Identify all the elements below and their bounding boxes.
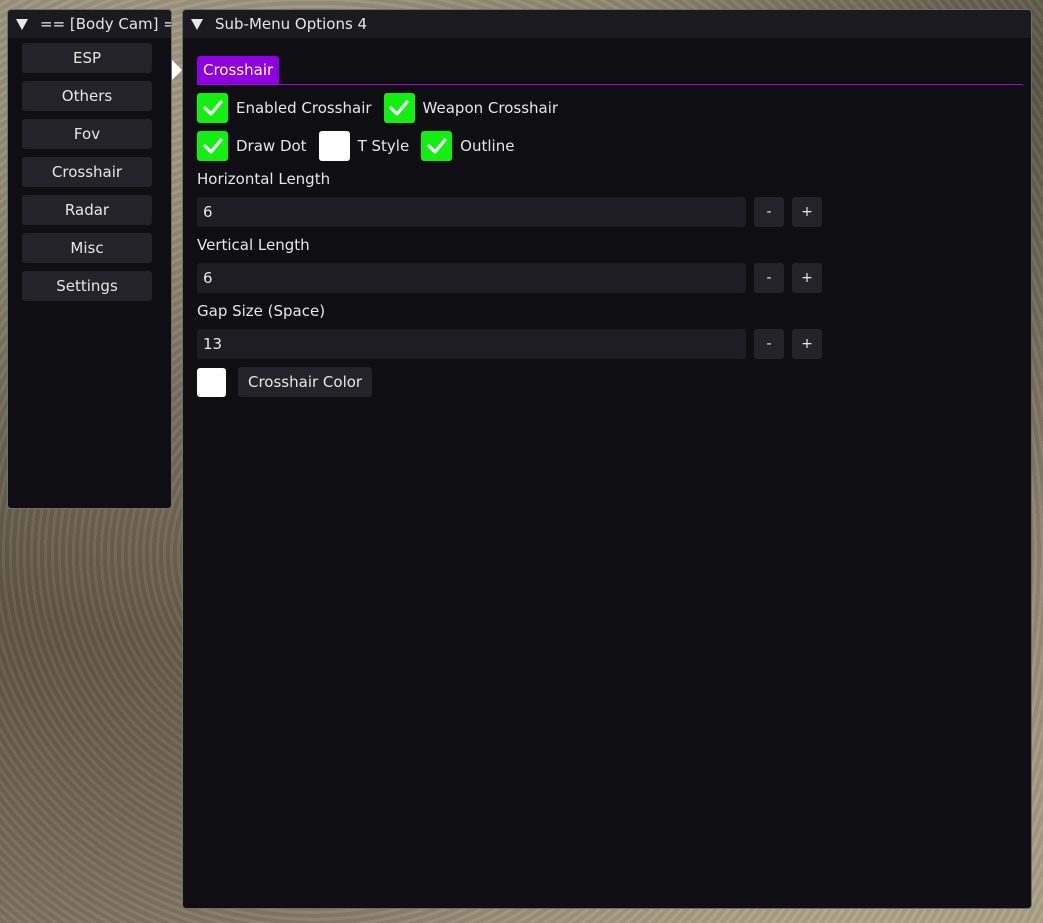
- menu-button-fov[interactable]: Fov: [22, 119, 152, 149]
- checkbox-row-1: Enabled Crosshair Weapon Crosshair: [197, 93, 570, 123]
- horizontal-length-control: 6 - +: [197, 197, 822, 227]
- menu-button-radar[interactable]: Radar: [22, 195, 152, 225]
- checkbox-row-2: Draw Dot T Style Outline: [197, 131, 526, 161]
- submenu-window: Sub-Menu Options 4 Crosshair Enabled Cro…: [182, 9, 1032, 909]
- vertical-length-input[interactable]: 6: [197, 263, 746, 293]
- submenu-titlebar[interactable]: Sub-Menu Options 4: [183, 10, 1031, 38]
- gap-size-decrement-button[interactable]: -: [754, 329, 784, 359]
- gap-size-increment-button[interactable]: +: [792, 329, 822, 359]
- menu-button-crosshair[interactable]: Crosshair: [22, 157, 152, 187]
- main-menu-window: == [Body Cam] == ESP Others Fov Crosshai…: [7, 9, 172, 509]
- vertical-length-decrement-button[interactable]: -: [754, 263, 784, 293]
- gap-size-label: Gap Size (Space): [197, 302, 326, 320]
- draw-dot-checkbox[interactable]: [197, 131, 228, 161]
- main-menu-titlebar[interactable]: == [Body Cam] ==: [8, 10, 171, 38]
- horizontal-length-input[interactable]: 6: [197, 197, 746, 227]
- checkmark-icon: [427, 138, 447, 154]
- gap-size-control: 13 - +: [197, 329, 822, 359]
- weapon-crosshair-label: Weapon Crosshair: [422, 99, 559, 117]
- checkmark-icon: [202, 138, 223, 154]
- menu-button-others[interactable]: Others: [22, 81, 152, 111]
- enabled-crosshair-checkbox[interactable]: [197, 93, 228, 123]
- collapse-triangle-icon[interactable]: [191, 18, 203, 30]
- draw-dot-label: Draw Dot: [236, 137, 307, 155]
- menu-button-misc[interactable]: Misc: [22, 233, 152, 263]
- horizontal-length-label: Horizontal Length: [197, 170, 331, 188]
- checkmark-icon: [202, 100, 223, 116]
- collapse-triangle-icon[interactable]: [16, 18, 28, 30]
- tab-crosshair[interactable]: Crosshair: [197, 56, 280, 84]
- t-style-label: T Style: [357, 137, 410, 155]
- outline-checkbox[interactable]: [421, 131, 453, 161]
- submenu-pointer-arrow-icon: [172, 60, 182, 80]
- crosshair-color-row: Crosshair Color: [197, 367, 373, 397]
- vertical-length-label: Vertical Length: [197, 236, 310, 254]
- crosshair-color-button[interactable]: Crosshair Color: [238, 367, 373, 397]
- menu-button-settings[interactable]: Settings: [22, 271, 152, 301]
- submenu-title: Sub-Menu Options 4: [215, 15, 368, 33]
- horizontal-length-increment-button[interactable]: +: [792, 197, 822, 227]
- vertical-length-control: 6 - +: [197, 263, 822, 293]
- t-style-checkbox[interactable]: [318, 131, 350, 161]
- checkmark-icon: [389, 100, 409, 116]
- crosshair-color-swatch[interactable]: [197, 367, 226, 397]
- enabled-crosshair-label: Enabled Crosshair: [236, 99, 372, 117]
- main-menu-title: == [Body Cam] ==: [40, 15, 171, 33]
- gap-size-input[interactable]: 13: [197, 329, 746, 359]
- menu-button-esp[interactable]: ESP: [22, 43, 152, 73]
- main-menu-list: ESP Others Fov Crosshair Radar Misc Sett…: [8, 38, 171, 301]
- vertical-length-increment-button[interactable]: +: [792, 263, 822, 293]
- weapon-crosshair-checkbox[interactable]: [383, 93, 415, 123]
- outline-label: Outline: [460, 137, 515, 155]
- tab-bar: Crosshair: [197, 56, 1023, 85]
- horizontal-length-decrement-button[interactable]: -: [754, 197, 784, 227]
